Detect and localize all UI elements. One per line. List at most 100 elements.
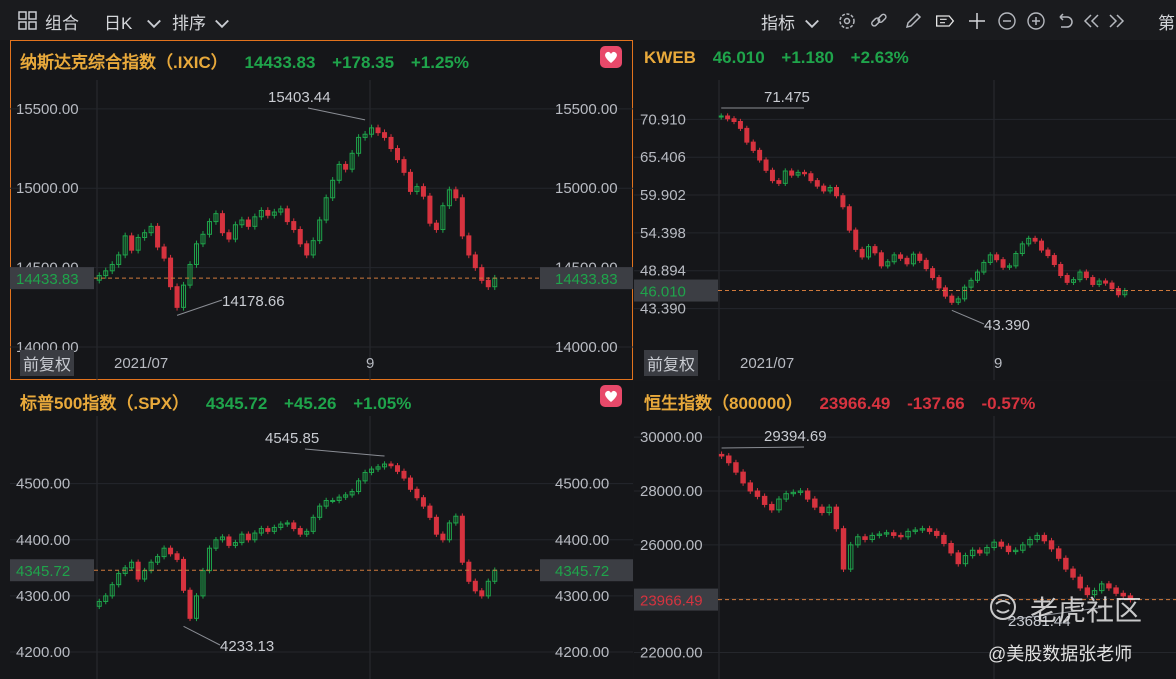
high-annotation: 4545.85 (265, 430, 319, 447)
low-annotation: 14178.66 (222, 293, 285, 310)
candle-body (394, 148, 401, 161)
candle-body (291, 221, 297, 231)
chart-panel-nasdaq[interactable]: 纳斯达克综合指数（.IXIC） 14433.83 +178.35 +1.25% … (10, 40, 633, 380)
link-icon[interactable] (869, 11, 889, 31)
crosshair-icon[interactable] (967, 11, 987, 31)
candle-body (726, 455, 732, 464)
candle-body (226, 536, 232, 546)
indicator-dropdown[interactable]: 指标 (761, 9, 795, 34)
candle-body (1090, 277, 1096, 285)
candle-body (466, 561, 472, 582)
candle-body (1103, 280, 1109, 284)
zoom-in-icon[interactable] (1026, 11, 1046, 31)
candle-body (466, 235, 472, 256)
candle-body (862, 536, 868, 540)
settings-icon[interactable] (837, 11, 857, 31)
label-tool-icon[interactable] (935, 11, 955, 31)
high-annotation-line (721, 446, 805, 449)
more-tab[interactable]: 第 (1158, 9, 1175, 34)
y-tick-label: 4400.00 (555, 532, 609, 549)
candle-body (754, 490, 761, 497)
candlestick-chart[interactable]: 4500.00 4500.00 4400.00 4400.00 4300.00 4300.… (10, 381, 633, 679)
candle-body (878, 252, 884, 267)
undo-icon[interactable] (1055, 11, 1075, 31)
y-tick-label: 65.406 (640, 149, 686, 166)
current-price-label: 46.010 (640, 284, 686, 301)
y-tick-label: 28000.00 (640, 483, 703, 500)
candle-body (459, 197, 465, 237)
candle-body (821, 185, 827, 192)
candle-body (174, 553, 180, 560)
scroll-right-icon[interactable] (1106, 11, 1126, 31)
candle-body (1109, 282, 1115, 290)
current-price-label: 14433.83 (16, 271, 79, 288)
candle-body (284, 208, 290, 223)
candle-body (763, 159, 769, 171)
sort-dropdown[interactable]: 排序 (172, 9, 206, 34)
candle-body (420, 497, 426, 507)
y-tick-label: 4200.00 (16, 644, 70, 661)
candlestick-chart[interactable]: 15500.0015500.0015000.0015000.0014500.00… (10, 40, 633, 380)
candle-body (926, 528, 933, 532)
candle-body (168, 257, 174, 288)
candle-body (789, 170, 795, 176)
grid-icon[interactable] (18, 11, 38, 31)
adjustment-label[interactable]: 前复权 (20, 350, 75, 376)
candlestick-chart[interactable]: 30000.0028000.0026000.0024000.0022000.00… (634, 381, 1176, 679)
y-tick-label: 54.398 (640, 225, 686, 242)
candle-body (725, 115, 731, 120)
candle-body (420, 186, 426, 197)
candle-body (245, 533, 251, 541)
candle-body (955, 552, 961, 565)
chart-panel-hsi[interactable]: 恒生指数（800000） 23966.49 -137.66 -0.57% 300… (634, 381, 1176, 679)
high-annotation: 29394.69 (764, 428, 827, 445)
candle-body (343, 163, 349, 170)
candle-body (265, 209, 271, 216)
y-tick-label: 4500.00 (16, 476, 70, 493)
candle-body (427, 195, 433, 224)
candle-body (472, 580, 478, 592)
current-price-label: 4345.72 (555, 563, 609, 580)
pencil-icon[interactable] (903, 11, 923, 31)
tiger-logo-icon (990, 594, 1016, 620)
zoom-out-icon[interactable] (997, 11, 1017, 31)
watermark-brand: 老虎社区 (1030, 595, 1143, 626)
chevron-down-icon[interactable] (802, 13, 822, 33)
candle-body (433, 222, 439, 231)
high-annotation-line (304, 448, 385, 457)
chart-panel-spx[interactable]: 标普500指数（.SPX） 4345.72 +45.26 +1.05% 4500… (10, 381, 633, 679)
chart-panel-kweb[interactable]: KWEB 46.010 +1.180 +2.63% 70.910 65.406 59… (634, 40, 1176, 380)
candle-body (297, 229, 303, 245)
candle-body (859, 248, 865, 258)
adjustment-label[interactable]: 前复权 (644, 350, 699, 376)
candle-body (472, 254, 478, 269)
candle-body (949, 295, 955, 303)
candle-body (1000, 259, 1006, 268)
scroll-left-icon[interactable] (1082, 11, 1102, 31)
candle-body (930, 268, 936, 279)
candle-body (804, 490, 811, 500)
candle-body (388, 463, 394, 467)
combo-button[interactable]: 组合 (45, 9, 79, 34)
candle-body (808, 173, 814, 182)
chevron-down-icon[interactable] (144, 13, 164, 33)
candle-body (769, 169, 775, 182)
candle-body (388, 136, 394, 150)
candle-body (757, 149, 763, 161)
candle-body (948, 543, 954, 554)
candle-body (898, 254, 904, 259)
candle-body (1045, 249, 1051, 257)
y-tick-label: 15500.00 (555, 101, 618, 118)
candle-body (977, 549, 983, 554)
watermark-author: @美股数据张老师 (988, 644, 1133, 664)
x-axis-label: 9 (994, 355, 1003, 372)
period-dropdown[interactable]: 日K (104, 9, 132, 34)
candle-body (265, 528, 271, 532)
chevron-down-icon[interactable] (212, 13, 232, 33)
toolbar: 组合 日K 排序 指标 第 (0, 0, 1176, 40)
candle-body (740, 471, 746, 484)
candlestick-chart[interactable]: 70.91065.40659.90254.39848.89443.39046.0… (634, 40, 1176, 380)
candle-body (297, 528, 303, 535)
candle-body (776, 180, 782, 184)
candle-body (414, 488, 420, 499)
